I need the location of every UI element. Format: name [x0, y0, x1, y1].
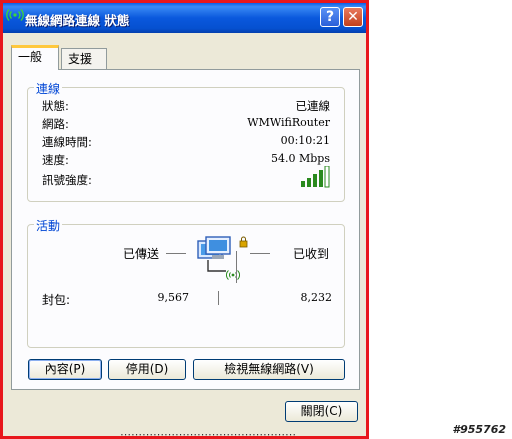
duration-label: 連線時間: [42, 135, 92, 149]
watermark-text: #955762 [452, 423, 506, 436]
speed-label: 速度: [42, 153, 69, 167]
wireless-network-icon [6, 9, 24, 21]
help-button[interactable]: ? [320, 7, 340, 27]
duration-value: 00:10:21 [280, 134, 330, 147]
status-label: 狀態: [42, 99, 69, 113]
view-wireless-networks-button[interactable]: 檢視無線網路(V) [193, 359, 345, 380]
activity-group: 活動 已傳送 已收到 封包: 9,567 8,232 [27, 217, 345, 348]
disable-button[interactable]: 停用(D) [108, 359, 186, 380]
title-bar[interactable]: 無線網路連線 狀態 ? ✕ [3, 3, 366, 33]
speed-value: 54.0 Mbps [271, 152, 330, 165]
close-button[interactable]: 關閉(C) [285, 401, 358, 422]
network-row: 網路: WMWifiRouter [42, 116, 330, 132]
packets-divider [218, 291, 219, 305]
signal-label: 訊號強度: [42, 173, 92, 187]
received-dash [250, 253, 270, 254]
packets-label: 封包: [42, 293, 71, 307]
network-activity-icon [197, 236, 248, 280]
signal-row: 訊號強度: [42, 166, 330, 188]
sent-label: 已傳送 [123, 247, 160, 261]
packets-sent-value: 9,567 [157, 291, 190, 304]
status-value: 已連線 [295, 99, 331, 113]
connection-group-label: 連線 [34, 80, 63, 97]
tab-panel-general: 連線 狀態: 已連線 網路: WMWifiRouter 連線時間: 00:10:… [11, 69, 360, 390]
tab-general[interactable]: 一般 [11, 45, 59, 70]
window-title: 無線網路連線 狀態 [25, 13, 130, 28]
sent-dash [166, 253, 186, 254]
activity-group-label: 活動 [34, 217, 63, 234]
packets-received-value: 8,232 [300, 291, 333, 304]
dialog-window: 無線網路連線 狀態 ? ✕ 一般 支援 連線 狀態: 已連線 網路: WMWif… [0, 0, 369, 439]
network-value: WMWifiRouter [247, 116, 330, 129]
divider-line [236, 251, 237, 283]
properties-button[interactable]: 內容(P) [28, 359, 102, 380]
status-row: 狀態: 已連線 [42, 98, 330, 114]
background-text: ⋯⋯⋯⋯⋯⋯⋯⋯⋯⋯⋯⋯⋯⋯⋯⋯ [120, 431, 296, 439]
signal-strength-icon [301, 166, 330, 188]
network-label: 網路: [42, 117, 69, 131]
connection-group: 連線 狀態: 已連線 網路: WMWifiRouter 連線時間: 00:10:… [27, 80, 345, 202]
speed-row: 速度: 54.0 Mbps [42, 152, 330, 168]
duration-row: 連線時間: 00:10:21 [42, 134, 330, 150]
received-label: 已收到 [293, 247, 330, 261]
tab-support[interactable]: 支援 [61, 48, 107, 69]
close-window-button[interactable]: ✕ [343, 7, 363, 27]
